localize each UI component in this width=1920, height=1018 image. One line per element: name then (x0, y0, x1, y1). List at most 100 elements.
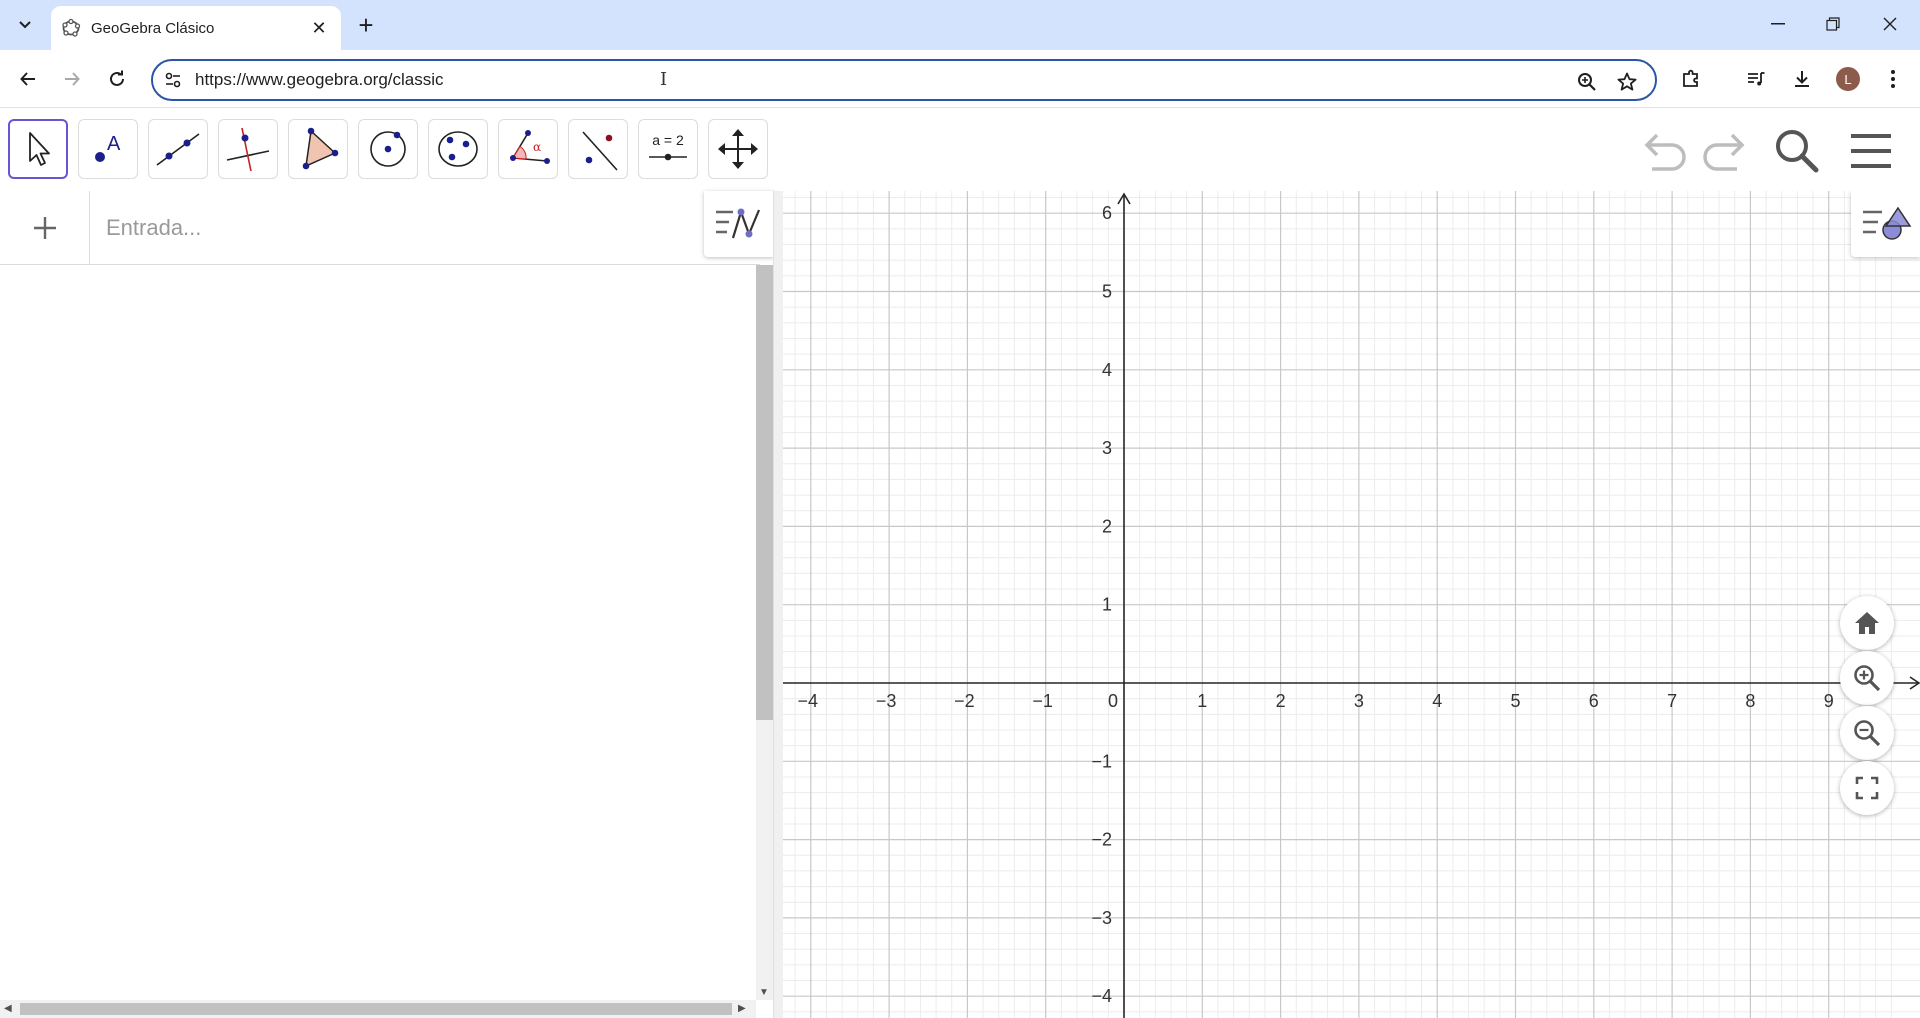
x-tick-label: 1 (1197, 691, 1207, 711)
algebra-horizontal-scrollbar[interactable]: ◀ ▶ (0, 1000, 756, 1018)
circle-icon (370, 131, 406, 167)
browser-menu-button[interactable] (1877, 63, 1909, 95)
algebra-style-bar-button[interactable] (704, 191, 774, 257)
tab-close-icon[interactable]: ✕ (307, 16, 331, 40)
scrollbar-thumb[interactable] (756, 265, 773, 720)
graphics-style-bar-button[interactable] (1851, 191, 1920, 257)
tool-ellipse[interactable] (428, 119, 488, 179)
x-tick-label: 9 (1824, 691, 1834, 711)
new-tab-button[interactable]: + (352, 11, 380, 39)
tool-slider[interactable]: a = 2 (638, 119, 698, 179)
downloads-button[interactable] (1786, 63, 1818, 95)
zoom-out-button[interactable] (1840, 706, 1894, 760)
address-bar[interactable] (151, 59, 1657, 101)
arrow-left-icon (20, 72, 35, 86)
x-tick-label: −1 (1032, 691, 1053, 711)
angle-icon: α (510, 130, 550, 164)
algebra-vertical-scrollbar[interactable]: ▼ (756, 265, 773, 1000)
back-button[interactable] (12, 63, 44, 95)
undo-icon (1644, 133, 1686, 171)
svg-text:A: A (107, 133, 121, 155)
media-control-button[interactable] (1740, 63, 1772, 95)
tool-circle[interactable] (358, 119, 418, 179)
algebra-input-field[interactable] (106, 211, 686, 245)
algebra-input-row (0, 191, 760, 265)
scroll-down-arrow-icon[interactable]: ▼ (759, 987, 769, 998)
y-tick-label: 6 (1102, 203, 1112, 223)
extensions-button[interactable] (1675, 63, 1707, 95)
slider-icon: a = 2 (649, 132, 687, 161)
profile-button[interactable]: L (1832, 63, 1864, 95)
tool-line[interactable] (148, 119, 208, 179)
arrow-right-icon (65, 72, 80, 86)
add-item-button[interactable] (0, 191, 90, 265)
x-tick-label: 2 (1276, 691, 1286, 711)
y-tick-label: 2 (1102, 516, 1112, 536)
coordinate-grid[interactable]: −4 −3 −2 −1 0 1 2 3 4 5 6 7 8 9 6 5 4 3 2 1 −1 −2 −3 −4 (783, 191, 1920, 1018)
x-tick-label: 8 (1745, 691, 1755, 711)
algebra-view: ▼ ◀ ▶ (0, 191, 774, 1018)
browser-toolbar: L (0, 50, 1920, 108)
zoom-in-icon (1854, 665, 1881, 692)
standard-view-button[interactable] (1840, 596, 1894, 650)
perpendicular-line-icon (226, 127, 270, 172)
zoom-page-icon[interactable] (1575, 70, 1599, 94)
forward-button[interactable] (56, 63, 88, 95)
home-icon (1855, 612, 1879, 634)
x-tick-label: 5 (1510, 691, 1520, 711)
fullscreen-button[interactable] (1840, 761, 1894, 815)
browser-tab-active[interactable]: GeoGebra Clásico ✕ (51, 6, 341, 50)
puzzle-icon (1683, 69, 1698, 87)
y-tick-label: −4 (1091, 986, 1112, 1006)
restore-button[interactable] (1805, 0, 1861, 48)
graphics-view[interactable]: −4 −3 −2 −1 0 1 2 3 4 5 6 7 8 9 6 5 4 3 2 1 −1 −2 −3 −4 (783, 191, 1920, 1018)
site-settings-icon[interactable] (163, 70, 183, 90)
panel-divider[interactable] (773, 191, 783, 1018)
tool-polygon[interactable] (288, 119, 348, 179)
svg-text:α: α (533, 140, 541, 154)
tool-perpendicular-line[interactable] (218, 119, 278, 179)
y-tick-label: 3 (1102, 438, 1112, 458)
y-tick-label: −2 (1091, 830, 1112, 850)
graphics-style-icon (1862, 206, 1911, 240)
queue-music-icon (1748, 72, 1765, 86)
browser-tab-strip: GeoGebra Clásico ✕ + (0, 0, 1920, 50)
scrollbar-thumb[interactable] (20, 1003, 732, 1015)
kebab-menu-icon (1891, 70, 1895, 88)
undo-button[interactable] (1641, 127, 1693, 175)
polygon-icon (302, 127, 339, 170)
geogebra-favicon-icon (61, 18, 81, 38)
scroll-left-arrow-icon[interactable]: ◀ (4, 1003, 12, 1014)
zoom-out-icon (1854, 720, 1881, 747)
tool-reflect[interactable] (568, 119, 628, 179)
y-tick-label: −1 (1091, 751, 1112, 771)
tab-search-button[interactable] (10, 11, 40, 39)
url-input[interactable] (195, 65, 1495, 95)
bookmark-star-icon[interactable] (1615, 70, 1639, 94)
x-tick-label: −4 (798, 691, 819, 711)
x-tick-label: 6 (1589, 691, 1599, 711)
algebra-style-icon (716, 208, 761, 239)
y-tick-label: 4 (1102, 360, 1112, 380)
point-icon: A (95, 133, 121, 162)
x-tick-label: −3 (876, 691, 897, 711)
tool-angle[interactable]: α (498, 119, 558, 179)
zoom-in-button[interactable] (1840, 651, 1894, 705)
reload-icon (110, 70, 124, 86)
search-button[interactable] (1772, 127, 1822, 175)
scroll-right-arrow-icon[interactable]: ▶ (738, 1003, 746, 1014)
y-tick-label: −3 (1091, 908, 1112, 928)
redo-button[interactable] (1696, 127, 1748, 175)
origin-label: 0 (1108, 691, 1118, 711)
tool-move-graphics-view[interactable] (708, 119, 768, 179)
minimize-button[interactable] (1750, 0, 1806, 48)
main-menu-button[interactable] (1846, 127, 1896, 175)
line-icon (156, 133, 200, 166)
minimize-icon (1771, 23, 1785, 25)
tool-point[interactable]: A (78, 119, 138, 179)
tool-move[interactable] (8, 119, 68, 179)
chevron-down-icon (19, 21, 31, 29)
plus-icon (33, 217, 56, 239)
close-window-button[interactable] (1862, 0, 1918, 48)
reload-button[interactable] (101, 63, 133, 95)
